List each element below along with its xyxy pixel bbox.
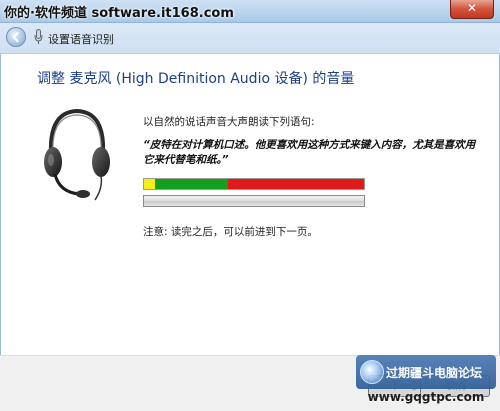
site-watermark: 你的·软件频道 software.it168.com	[4, 6, 234, 21]
back-arrow-icon	[12, 31, 19, 43]
forum-url: www.gqgtpc.com	[367, 390, 485, 404]
volume-level-bar	[143, 195, 365, 207]
page-heading: 调整 麦克风 (High Definition Audio 设备) 的音量	[37, 71, 355, 87]
forum-name: 过期疆斗电脑论坛	[386, 366, 483, 380]
volume-meter	[143, 178, 365, 190]
forum-badge: 过期疆斗电脑论坛	[356, 355, 496, 389]
navigation-bar: 设置语音识别	[0, 23, 500, 54]
forum-logo-icon	[360, 360, 384, 384]
close-button[interactable]: ✕	[450, 0, 494, 19]
back-button[interactable]	[6, 27, 26, 47]
note-text: 注意: 读完之后，可以前进到下一页。	[143, 226, 318, 238]
meter-high-segment	[228, 179, 364, 189]
title-bar: 你的·软件频道 software.it168.com ✕	[0, 0, 500, 23]
reading-passage: “皮特在对计算机口述。他更喜欢用这种方式来键入内容，尤其是喜欢用它来代替笔和纸。…	[143, 139, 476, 166]
instruction-text: 以自然的说话声音大声朗读下列语句:	[143, 116, 315, 128]
headset-icon	[44, 108, 110, 201]
forum-watermark: 过期疆斗电脑论坛 www.gqgtpc.com	[356, 355, 496, 408]
meter-ok-segment	[155, 179, 228, 189]
wizard-title: 设置语音识别	[48, 33, 114, 46]
microphone-icon	[34, 29, 43, 44]
meter-low-segment	[144, 179, 155, 189]
